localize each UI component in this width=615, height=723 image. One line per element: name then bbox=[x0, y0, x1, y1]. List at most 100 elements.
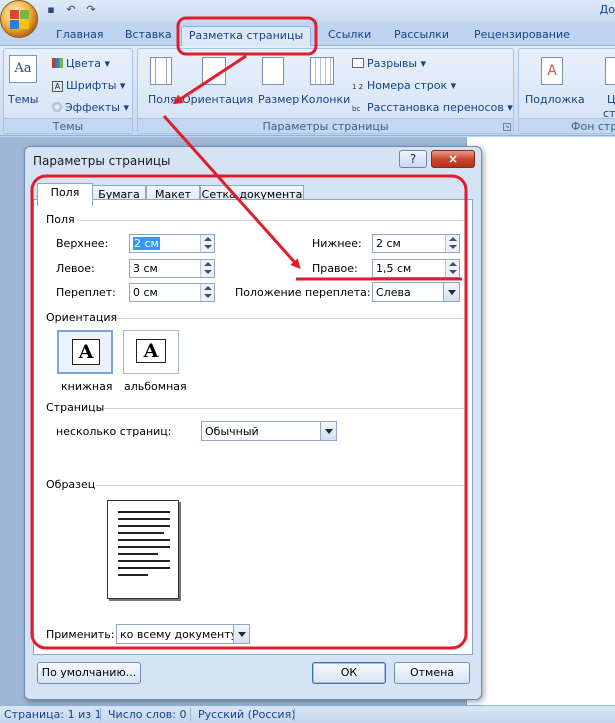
tab-page-layout[interactable]: Разметка страницы bbox=[181, 26, 311, 46]
sample-section-label: Образец bbox=[46, 478, 96, 491]
hyphenation-button[interactable]: bc Расстановка переносов ▾ bbox=[352, 101, 513, 114]
landscape-option[interactable]: A bbox=[123, 330, 179, 374]
window-title: До bbox=[599, 3, 615, 16]
spinner-arrows-icon[interactable] bbox=[445, 235, 459, 252]
tab-references[interactable]: Ссылки bbox=[322, 26, 377, 46]
gutter-label: Переплет: bbox=[56, 286, 116, 299]
orientation-section-label: Ориентация bbox=[46, 311, 118, 324]
line-numbers-icon: 1 2 bbox=[352, 83, 364, 91]
save-icon[interactable]: ▪ bbox=[44, 3, 58, 17]
help-button[interactable]: ? bbox=[399, 150, 427, 168]
left-margin-value: 3 см bbox=[133, 262, 158, 275]
left-margin-spinner[interactable]: 3 см bbox=[129, 259, 215, 278]
apply-to-label: Применить: bbox=[46, 628, 115, 641]
title-bar: ▪ ↶ ↷ До bbox=[0, 0, 615, 22]
tab-mailings[interactable]: Рассылки bbox=[388, 26, 455, 46]
columns-button[interactable]: Колонки bbox=[301, 93, 350, 106]
spinner-arrows-icon[interactable] bbox=[200, 260, 214, 277]
multiple-pages-value: Обычный bbox=[205, 425, 259, 438]
spinner-arrows-icon[interactable] bbox=[445, 260, 459, 277]
right-margin-label: Правое: bbox=[312, 262, 358, 275]
status-language[interactable]: Русский (Россия) bbox=[198, 708, 296, 721]
orientation-icon[interactable] bbox=[202, 57, 226, 85]
page-color-icon[interactable] bbox=[605, 57, 615, 85]
page-color-label-1[interactable]: Цв bbox=[607, 93, 615, 106]
right-margin-value: 1,5 см bbox=[376, 262, 412, 275]
landscape-label: альбомная bbox=[124, 380, 187, 393]
margins-icon[interactable] bbox=[150, 57, 172, 85]
themes-icon[interactable]: Aa bbox=[9, 55, 37, 83]
left-margin-label: Левое: bbox=[56, 262, 95, 275]
status-page[interactable]: Страница: 1 из 1 bbox=[4, 708, 102, 721]
tab-review[interactable]: Рецензирование bbox=[468, 26, 576, 46]
redo-icon[interactable]: ↷ bbox=[84, 3, 98, 17]
group-page-setup-label: Параметры страницы bbox=[138, 118, 513, 133]
office-logo-icon bbox=[10, 10, 30, 30]
top-margin-value: 2 см bbox=[133, 237, 160, 250]
gutter-position-label: Положение переплета: bbox=[235, 286, 371, 299]
themes-button[interactable]: Темы bbox=[8, 93, 38, 106]
apply-to-select[interactable]: ко всему документу bbox=[116, 624, 250, 644]
watermark-button[interactable]: Подложка bbox=[525, 93, 585, 106]
apply-to-value: ко всему документу bbox=[120, 628, 238, 641]
section-divider bbox=[104, 408, 464, 409]
bottom-margin-value: 2 см bbox=[376, 237, 401, 250]
orientation-button[interactable]: Ориентация bbox=[182, 93, 253, 106]
fonts-button[interactable]: A Шрифты ▾ bbox=[52, 79, 125, 92]
cancel-button[interactable]: Отмена bbox=[394, 662, 470, 684]
bottom-margin-spinner[interactable]: 2 см bbox=[372, 234, 460, 253]
group-page-background: A Подложка Цв стран Фон стра bbox=[518, 48, 615, 134]
gutter-position-select[interactable]: Слева bbox=[372, 282, 460, 302]
multiple-pages-label: несколько страниц: bbox=[56, 425, 172, 438]
effects-button[interactable]: Эффекты ▾ bbox=[52, 101, 129, 114]
dropdown-arrow-icon[interactable] bbox=[320, 422, 336, 440]
sample-preview bbox=[107, 500, 179, 599]
quick-access-toolbar: ▪ ↶ ↷ bbox=[44, 3, 98, 17]
group-background-label: Фон стра bbox=[519, 118, 615, 133]
spinner-arrows-icon[interactable] bbox=[200, 284, 214, 301]
watermark-icon[interactable]: A bbox=[541, 57, 563, 85]
group-themes: Aa Темы Цвета ▾ A Шрифты ▾ Эффекты ▾ Темы bbox=[3, 48, 133, 134]
tab-margins[interactable]: Поля bbox=[37, 183, 93, 206]
multiple-pages-select[interactable]: Обычный bbox=[201, 421, 337, 441]
size-icon[interactable] bbox=[262, 57, 284, 85]
portrait-option[interactable]: A bbox=[57, 330, 113, 374]
tab-home[interactable]: Главная bbox=[50, 26, 110, 46]
columns-icon[interactable] bbox=[310, 57, 334, 85]
bottom-margin-label: Нижнее: bbox=[312, 237, 362, 250]
status-word-count[interactable]: Число слов: 0 bbox=[108, 708, 187, 721]
status-bar: Страница: 1 из 1 Число слов: 0 Русский (… bbox=[0, 705, 615, 723]
undo-icon[interactable]: ↶ bbox=[64, 3, 78, 17]
dropdown-arrow-icon[interactable] bbox=[443, 283, 459, 301]
gutter-spinner[interactable]: 0 см bbox=[129, 283, 215, 302]
hyphenation-icon: bc bbox=[352, 105, 361, 113]
ok-button[interactable]: ОК bbox=[312, 662, 386, 684]
margins-panel: Поля Верхнее: 2 см Левое: 3 см Переплет:… bbox=[33, 199, 473, 655]
margins-section-label: Поля bbox=[46, 213, 75, 226]
pages-section-label: Страницы bbox=[46, 401, 105, 414]
line-numbers-button[interactable]: 1 2 Номера строк ▾ bbox=[352, 79, 456, 92]
group-page-setup: Поля Ориентация Размер Колонки Разрывы ▾… bbox=[137, 48, 514, 134]
size-button[interactable]: Размер bbox=[258, 93, 299, 106]
right-margin-spinner[interactable]: 1,5 см bbox=[372, 259, 460, 278]
breaks-button[interactable]: Разрывы ▾ bbox=[352, 57, 426, 70]
set-default-button[interactable]: По умолчанию... bbox=[37, 662, 141, 684]
margins-button[interactable]: Поля bbox=[148, 93, 177, 106]
colors-button[interactable]: Цвета ▾ bbox=[52, 57, 110, 70]
breaks-icon bbox=[352, 58, 364, 68]
effects-icon bbox=[52, 102, 62, 112]
close-button[interactable]: × bbox=[431, 150, 475, 168]
fonts-icon: A bbox=[52, 81, 63, 92]
section-divider bbox=[78, 220, 464, 221]
section-divider bbox=[116, 318, 464, 319]
spinner-arrows-icon[interactable] bbox=[200, 235, 214, 252]
tab-insert[interactable]: Вставка bbox=[119, 26, 178, 46]
ribbon-tabs: Главная Вставка Разметка страницы Ссылки… bbox=[0, 22, 615, 46]
document-page[interactable] bbox=[466, 137, 615, 705]
portrait-label: книжная bbox=[61, 380, 113, 393]
dropdown-arrow-icon[interactable] bbox=[233, 625, 249, 643]
dialog-launcher-icon[interactable]: ↘ bbox=[503, 123, 511, 131]
top-margin-spinner[interactable]: 2 см bbox=[129, 234, 215, 253]
office-button[interactable] bbox=[0, 0, 38, 38]
landscape-orientation-icon: A bbox=[136, 339, 166, 363]
